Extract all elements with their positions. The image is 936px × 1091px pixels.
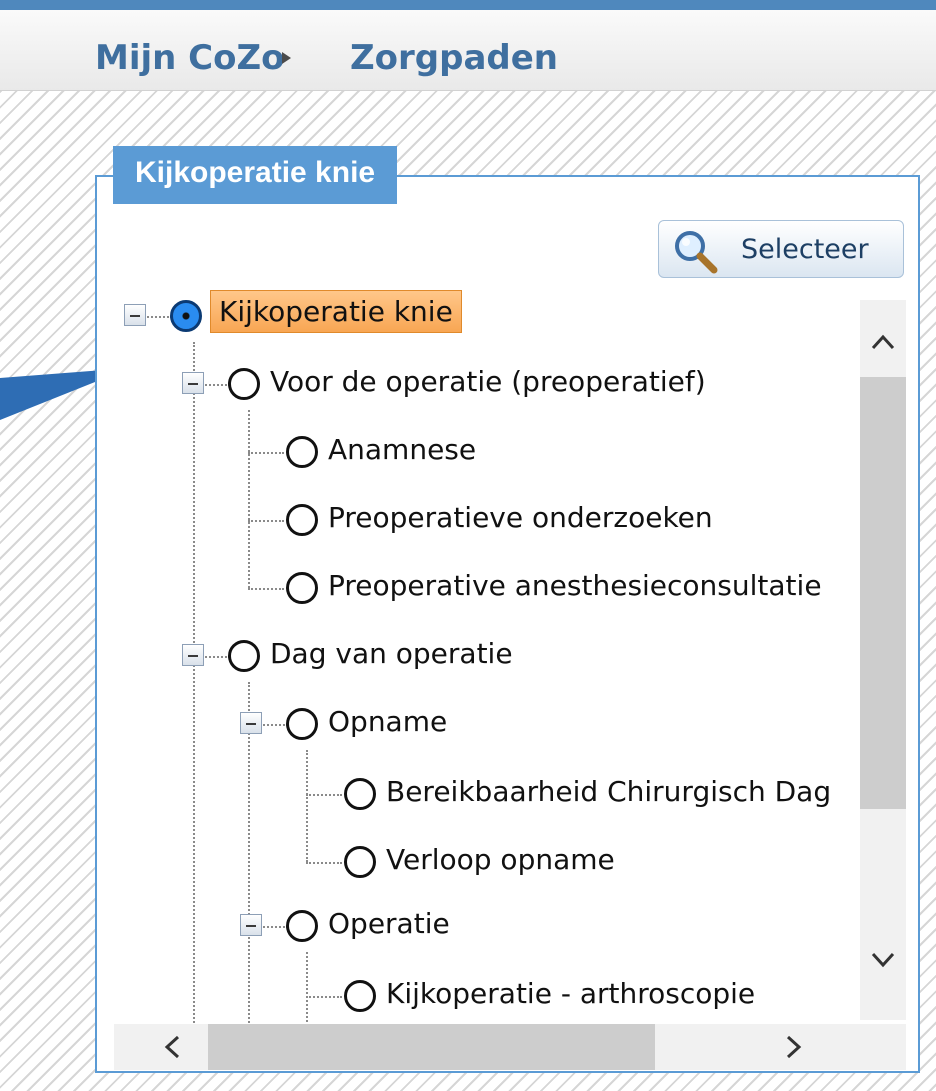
tree-node-label: Kijkoperatie - arthroscopie <box>386 977 756 1010</box>
scrollbar-corner <box>860 1024 906 1070</box>
tree-connector <box>193 342 195 1050</box>
radio-icon[interactable] <box>286 910 318 942</box>
tree-node-label: Preoperative anesthesieconsultatie <box>328 569 822 602</box>
tree-node-label: Verloop opname <box>386 843 615 876</box>
vertical-scrollbar-thumb[interactable] <box>860 377 906 809</box>
chevron-up-icon[interactable] <box>869 328 897 356</box>
tree-node-label: Dag van operatie <box>270 637 513 670</box>
radio-icon[interactable] <box>344 846 376 878</box>
tree-connector <box>248 452 284 454</box>
select-button-label: Selecteer <box>741 234 869 265</box>
radio-icon[interactable] <box>228 640 260 672</box>
tree-node-label: Preoperatieve onderzoeken <box>328 501 713 534</box>
breadcrumb-current[interactable]: Zorgpaden <box>350 38 558 78</box>
tree-connector <box>248 520 284 522</box>
collapse-icon[interactable] <box>240 712 262 734</box>
tree-node-label: Anamnese <box>328 433 477 466</box>
radio-icon[interactable] <box>344 980 376 1012</box>
tree-node-label: Voor de operatie (preoperatief) <box>270 365 706 398</box>
tree-connector <box>306 750 308 862</box>
tree-node-label: Operatie <box>328 907 450 940</box>
radio-icon[interactable] <box>170 300 202 332</box>
chevron-right-icon[interactable] <box>780 1033 808 1061</box>
tree-node-label: Opname <box>328 705 448 738</box>
panel-title: Kijkoperatie knie <box>113 146 398 204</box>
pathway-tree: Kijkoperatie knie Voor de operatie (preo… <box>114 282 906 1050</box>
tree-node-label: Bereikbaarheid Chirurgisch Dag <box>386 775 832 808</box>
radio-icon[interactable] <box>228 368 260 400</box>
tree-connector <box>306 862 342 864</box>
radio-icon[interactable] <box>286 572 318 604</box>
tree-connector <box>306 794 342 796</box>
collapse-icon[interactable] <box>124 304 146 326</box>
tree-connector <box>306 996 342 998</box>
select-button[interactable]: Selecteer <box>658 220 904 278</box>
search-icon <box>675 231 718 274</box>
collapse-icon[interactable] <box>182 372 204 394</box>
header-bar: Mijn CoZo Zorgpaden <box>0 10 936 91</box>
collapse-icon[interactable] <box>182 644 204 666</box>
radio-icon[interactable] <box>286 708 318 740</box>
tree-connector <box>248 410 250 588</box>
chevron-right-icon <box>282 52 291 64</box>
radio-icon[interactable] <box>344 778 376 810</box>
radio-icon[interactable] <box>286 504 318 536</box>
horizontal-scrollbar-thumb[interactable] <box>208 1024 655 1070</box>
tree-connector <box>248 588 284 590</box>
tree-node-label: Kijkoperatie knie <box>210 290 462 333</box>
tree-connector <box>248 682 250 1050</box>
breadcrumb-home-link[interactable]: Mijn CoZo <box>95 38 285 78</box>
top-accent-bar <box>0 0 936 10</box>
collapse-icon[interactable] <box>240 914 262 936</box>
chevron-left-icon[interactable] <box>158 1033 186 1061</box>
chevron-down-icon[interactable] <box>869 946 897 974</box>
radio-icon[interactable] <box>286 436 318 468</box>
